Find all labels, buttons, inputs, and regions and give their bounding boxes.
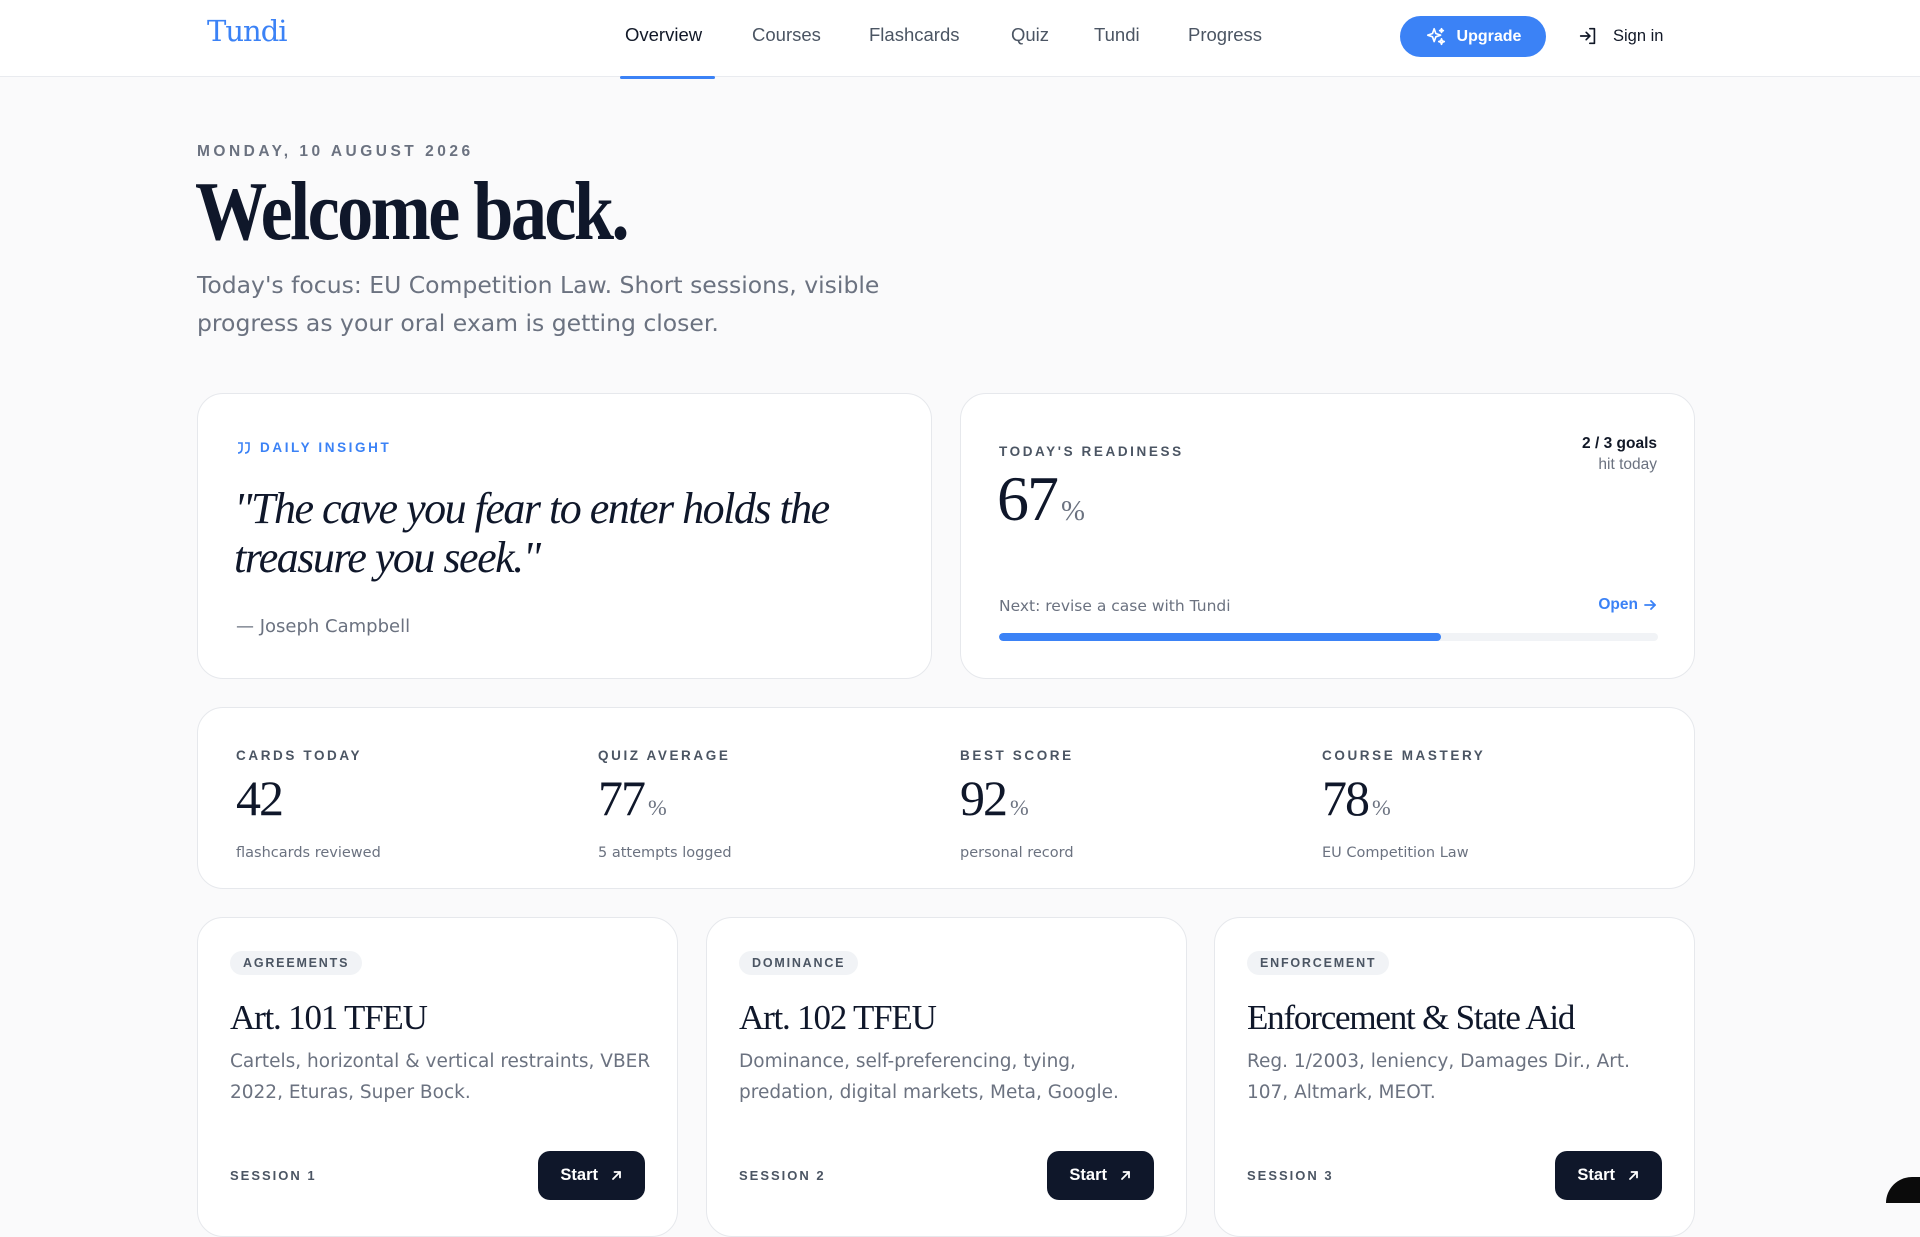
stat-value: 78% [1322,773,1662,833]
goals-caption: hit today [1582,454,1657,475]
stat-number: 92 [960,770,1006,826]
stat-note: personal record [960,845,1300,861]
readiness-progress-bar [999,633,1658,641]
open-label: Open [1598,596,1638,614]
upgrade-button[interactable]: Upgrade [1400,16,1546,57]
nav-item-tundi[interactable]: Tundi [1094,24,1140,46]
arrow-up-right-icon [1627,1169,1640,1182]
stat-label: CARDS TODAY [236,748,576,763]
stat-quiz-average: QUIZ AVERAGE 77% 5 attempts logged [598,748,938,861]
top-nav-bar: Tundi Overview Courses Flashcards Quiz T… [0,0,1920,77]
readiness-progress-fill [999,633,1441,641]
course-tag: AGREEMENTS [230,951,362,975]
course-title: Art. 101 TFEU [230,998,427,1038]
page-title: Welcome back. [195,163,627,260]
course-card-enforcement: ENFORCEMENT Enforcement & State Aid Reg.… [1214,917,1695,1237]
stat-value: 42 [236,773,576,833]
login-arrow-icon [1577,25,1599,47]
readiness-value: 67% [997,462,1085,536]
stat-best-score: BEST SCORE 92% personal record [960,748,1300,861]
arrow-up-right-icon [1119,1169,1132,1182]
insight-label: DAILY INSIGHT [260,440,391,455]
stat-cards-today: CARDS TODAY 42 flashcards reviewed [236,748,576,861]
next-step-text: Next: revise a case with Tundi [999,597,1231,615]
nav-item-overview[interactable]: Overview [625,24,702,46]
course-tag: ENFORCEMENT [1247,951,1389,975]
course-description: Dominance, self-preferencing, tying, pre… [739,1046,1169,1108]
start-label: Start [1069,1166,1107,1185]
goals-count: 2 / 3 goals [1582,433,1657,454]
nav-item-progress[interactable]: Progress [1188,24,1262,46]
stats-card: CARDS TODAY 42 flashcards reviewed QUIZ … [197,707,1695,889]
stat-unit: % [1372,795,1391,820]
stat-note: EU Competition Law [1322,845,1662,861]
course-title: Enforcement & State Aid [1247,998,1574,1038]
window-corner [1886,1177,1920,1203]
nav-item-courses[interactable]: Courses [752,24,821,46]
stat-number: 77 [598,770,644,826]
date-label: MONDAY, 10 AUGUST 2026 [197,143,474,161]
stat-number: 78 [1322,770,1368,826]
insight-quote: "The cave you fear to enter holds the tr… [234,484,924,582]
daily-insight-card: DAILY INSIGHT "The cave you fear to ente… [197,393,932,679]
course-card-dominance: DOMINANCE Art. 102 TFEU Dominance, self-… [706,917,1187,1237]
start-label: Start [1577,1166,1615,1185]
course-tag: DOMINANCE [739,951,858,975]
sign-in-button[interactable]: Sign in [1577,24,1663,48]
course-title: Art. 102 TFEU [739,998,936,1038]
start-button[interactable]: Start [538,1151,645,1200]
stat-unit: % [1010,795,1029,820]
start-button[interactable]: Start [1047,1151,1154,1200]
stat-label: COURSE MASTERY [1322,748,1662,763]
readiness-card: TODAY'S READINESS 67% 2 / 3 goals hit to… [960,393,1695,679]
course-description: Cartels, horizontal & vertical restraint… [230,1046,660,1108]
sparkles-icon [1425,26,1447,48]
quote-author: — Joseph Campbell [236,616,410,637]
session-label: SESSION 3 [1247,1168,1334,1183]
goals-summary: 2 / 3 goals hit today [1582,433,1657,475]
readiness-unit: % [1061,495,1085,527]
arrow-up-right-icon [610,1169,623,1182]
session-label: SESSION 2 [739,1168,826,1183]
readiness-number: 67 [997,463,1057,534]
upgrade-label: Upgrade [1457,28,1522,46]
active-tab-indicator [620,76,715,79]
stat-label: BEST SCORE [960,748,1300,763]
start-label: Start [560,1166,598,1185]
page-subtitle: Today's focus: EU Competition Law. Short… [197,266,957,342]
nav-item-flashcards[interactable]: Flashcards [869,24,959,46]
start-button[interactable]: Start [1555,1151,1662,1200]
stat-note: flashcards reviewed [236,845,576,861]
stat-course-mastery: COURSE MASTERY 78% EU Competition Law [1322,748,1662,861]
sign-in-label: Sign in [1613,27,1663,46]
session-label: SESSION 1 [230,1168,317,1183]
stat-label: QUIZ AVERAGE [598,748,938,763]
readiness-label: TODAY'S READINESS [999,444,1184,459]
open-link[interactable]: Open [1598,596,1657,614]
quote-icon [236,441,252,455]
nav-item-quiz[interactable]: Quiz [1011,24,1049,46]
stat-value: 92% [960,773,1300,833]
stat-unit: % [648,795,667,820]
course-card-agreements: AGREEMENTS Art. 101 TFEU Cartels, horizo… [197,917,678,1237]
course-description: Reg. 1/2003, leniency, Damages Dir., Art… [1247,1046,1677,1108]
stat-value: 77% [598,773,938,833]
arrow-right-icon [1643,598,1657,612]
stat-note: 5 attempts logged [598,845,938,861]
stat-number: 42 [236,770,282,826]
